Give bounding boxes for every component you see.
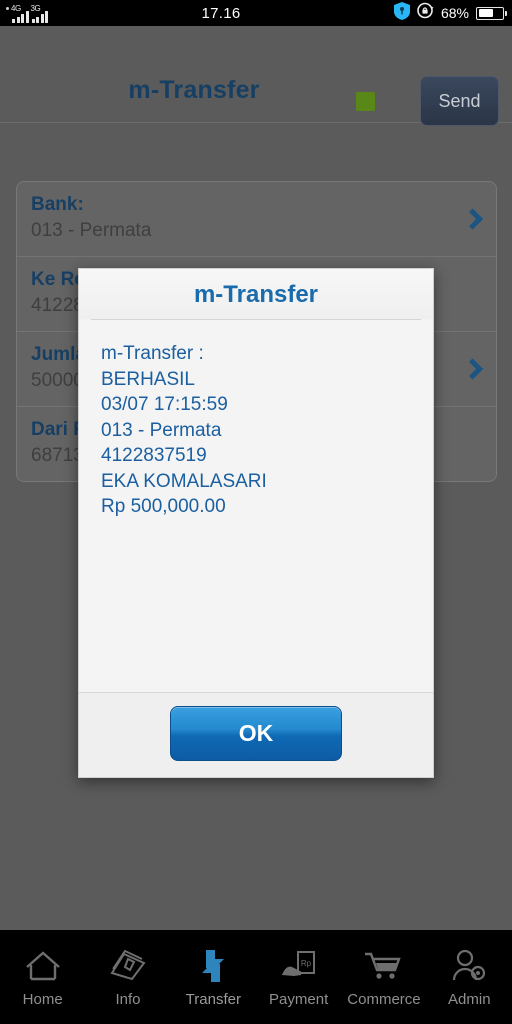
chevron-right-icon[interactable] [461, 208, 484, 230]
shopping-cart-icon [362, 946, 406, 986]
nav-label-transfer: Transfer [185, 991, 241, 1008]
status-bar: 4G 3G 17.16 68% [0, 0, 512, 26]
app-header: m-Transfer Send [0, 26, 512, 126]
dialog-line-bank: 013 - Permata [101, 419, 222, 441]
form-value-bank: 013 - Permata [31, 220, 152, 241]
nav-label-payment: Payment [269, 991, 329, 1008]
nav-item-transfer[interactable]: Transfer [171, 930, 256, 1024]
svg-text:Rp: Rp [301, 959, 312, 968]
dialog-line-type: m-Transfer : [101, 343, 204, 364]
dialog-footer: OK [79, 692, 433, 777]
transfer-arrows-icon [193, 946, 233, 986]
nav-label-info: Info [115, 991, 141, 1008]
dialog-line-amount: Rp 500,000.00 [101, 496, 226, 517]
status-bar-right-icons: 68% [393, 1, 512, 25]
rotation-lock-icon [417, 2, 434, 24]
connection-status-indicator [356, 92, 375, 111]
dialog-line-account: 4122837519 [101, 445, 207, 466]
sim1-network-label: 4G [11, 4, 21, 13]
dialog-line-datetime: 03/07 17:15:59 [101, 394, 228, 415]
nav-item-info[interactable]: Info [85, 930, 170, 1024]
hand-money-icon: Rp [278, 946, 320, 986]
transfer-result-dialog: m-Transfer m-Transfer : BERHASIL 03/07 1… [78, 268, 434, 778]
nav-item-admin[interactable]: Admin [427, 930, 512, 1024]
dialog-line-name: EKA KOMALASARI [101, 470, 267, 492]
battery-icon [476, 6, 507, 20]
form-label-bank: Bank: [31, 194, 84, 215]
send-button[interactable]: Send [420, 76, 499, 126]
phone-screen: 4G 3G 17.16 68% m-Transfer Send Bank: 01… [0, 0, 512, 1024]
status-bar-clock: 17.16 [201, 4, 241, 22]
chevron-right-icon[interactable] [461, 358, 484, 380]
nav-item-payment[interactable]: Rp Payment [256, 930, 341, 1024]
sim1-signal-icon: 4G [11, 3, 29, 23]
dialog-title: m-Transfer [79, 269, 433, 319]
dialog-body: m-Transfer : BERHASIL 03/07 17:15:59 013… [79, 320, 433, 692]
bottom-navigation: Home Info Transfer Rp Payment Commerce A… [0, 930, 512, 1024]
nav-label-home: Home [22, 991, 63, 1008]
dialog-line-status: BERHASIL [101, 368, 195, 390]
page-title: m-Transfer [128, 76, 260, 104]
shield-icon [393, 1, 410, 25]
documents-icon [108, 946, 148, 986]
sim2-signal-icon: 3G [30, 3, 48, 23]
user-gear-icon [449, 946, 489, 986]
nav-label-admin: Admin [448, 991, 491, 1008]
nav-item-commerce[interactable]: Commerce [341, 930, 426, 1024]
signal-indicators: 4G 3G [0, 3, 48, 23]
ok-button[interactable]: OK [170, 706, 342, 761]
sim2-network-label: 3G [30, 4, 41, 13]
home-icon [23, 946, 63, 986]
roaming-dot-icon [6, 7, 9, 10]
nav-label-commerce: Commerce [347, 991, 421, 1008]
form-row-bank[interactable]: Bank: 013 - Permata [17, 182, 496, 257]
battery-percent-label: 68% [440, 5, 469, 21]
nav-item-home[interactable]: Home [0, 930, 85, 1024]
